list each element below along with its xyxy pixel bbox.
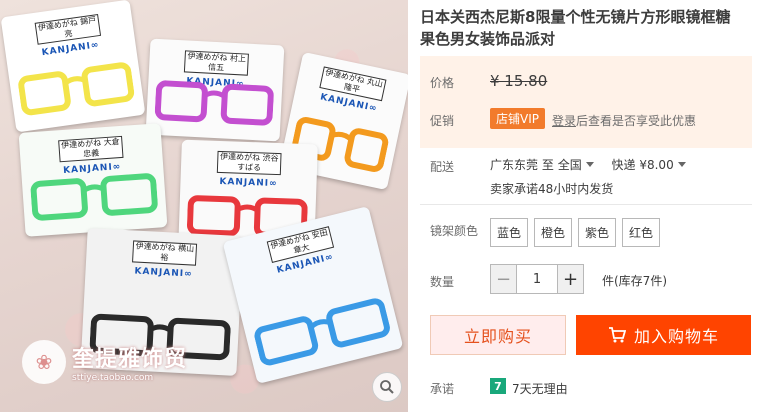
glasses-bridge [236, 204, 259, 213]
shop-watermark: ❀ 奎提雅饰贸 sttiye.taobao.com [22, 340, 187, 384]
glasses-bridge [149, 324, 172, 333]
glasses-left-lens [254, 316, 319, 366]
card-brand: KANJANI∞ [134, 266, 193, 280]
magnifier-icon [380, 380, 394, 394]
action-area: 立即购买 加入购物车 [420, 0, 757, 412]
bunny-logo-icon: ❀ [22, 340, 66, 384]
glasses-left-lens [30, 178, 88, 221]
card-tag: 伊達めがね 錦戸 亮 [34, 14, 102, 45]
glasses-bridge [330, 131, 353, 142]
watermark-name: 奎提雅饰贸 [72, 347, 188, 372]
seven-day-return-icon: 7 [490, 378, 506, 394]
glasses-right-lens [326, 298, 390, 348]
glasses-card-yellow: 伊達めがね 錦戸 亮 KANJANI∞ [0, 0, 146, 133]
glasses-right-lens [100, 173, 158, 216]
glasses-card-purple: 伊達めがね 村上 信五 KANJANI∞ [145, 38, 285, 142]
cart-icon [608, 327, 626, 343]
card-tag: 伊達めがね 大倉 忠義 [58, 135, 124, 163]
card-tag: 伊達めがね 渋谷 すばる [216, 150, 282, 176]
glasses-right-lens [81, 62, 135, 107]
glasses-right-lens [220, 83, 274, 126]
card-brand: KANJANI∞ [219, 176, 278, 190]
glasses-left-lens [18, 71, 71, 116]
glasses-bridge [203, 90, 227, 99]
glasses-frame-icon [18, 62, 135, 116]
card-tag: 伊達めがね 横山 裕 [132, 240, 198, 266]
glasses-right-lens [344, 128, 389, 172]
glasses-card-green: 伊達めがね 大倉 忠義 KANJANI∞ [18, 123, 168, 237]
glasses-bridge [63, 76, 87, 86]
glasses-left-lens [154, 80, 208, 123]
zoom-button[interactable] [372, 372, 402, 402]
glasses-frame-icon [30, 173, 158, 221]
guarantee-label: 承诺 [430, 382, 455, 396]
glasses-bridge [309, 319, 331, 330]
card-tag: 伊達めがね 村上 信五 [183, 50, 249, 76]
guarantee-text[interactable]: 7天无理由 [512, 380, 568, 397]
glasses-bridge [82, 184, 105, 193]
watermark-url: sttiye.taobao.com [72, 373, 154, 383]
glasses-frame-icon [154, 80, 274, 126]
add-to-cart-label: 加入购物车 [633, 327, 719, 346]
buy-now-button[interactable]: 立即购买 [430, 315, 566, 355]
add-to-cart-button[interactable]: 加入购物车 [576, 315, 751, 355]
product-photo[interactable]: 伊達めがね 錦戸 亮 KANJANI∞ 伊達めがね 村上 信五 KANJANI∞… [0, 0, 408, 412]
glasses-left-lens [186, 195, 241, 237]
